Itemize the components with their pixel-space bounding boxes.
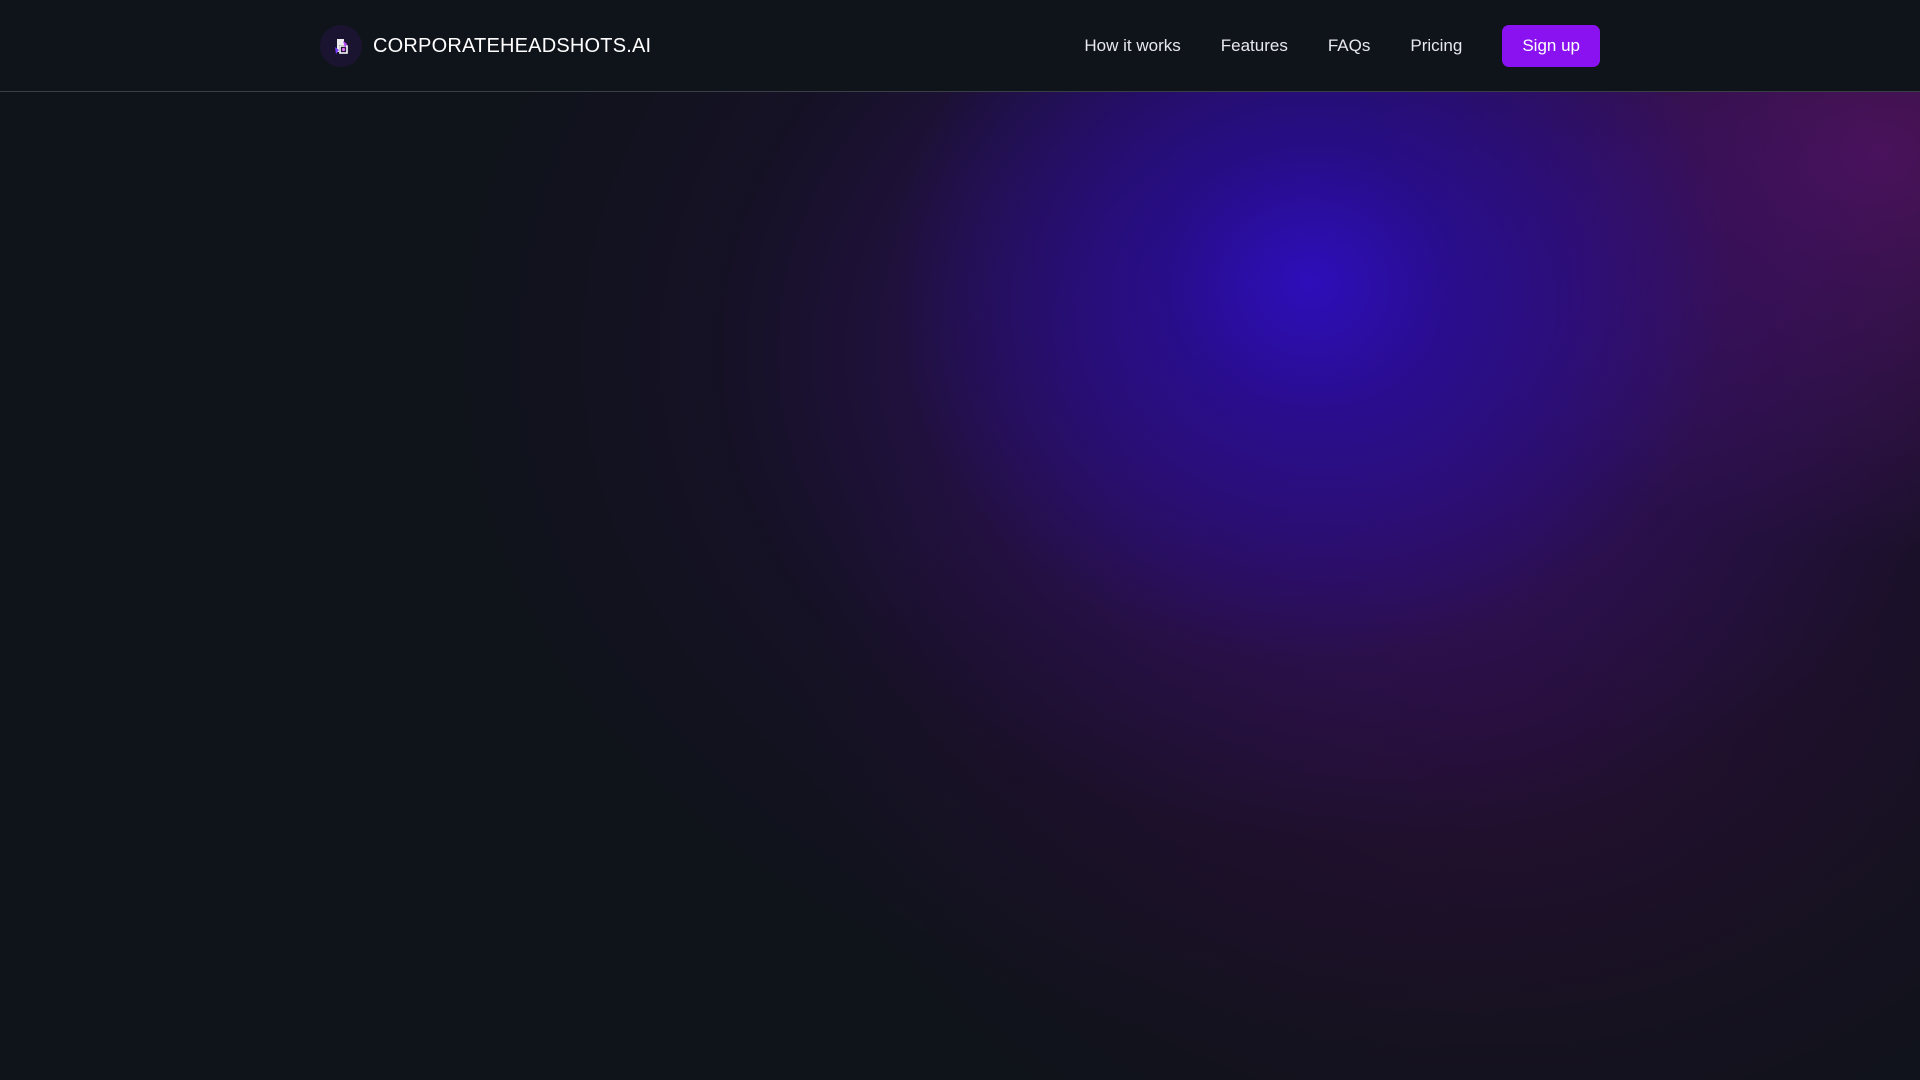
main-nav: How it works Features FAQs Pricing Sign … [1084,25,1600,67]
brand-name: CORPORATEHEADSHOTS.AI [373,34,652,57]
camera-aperture-logo-icon [320,25,362,67]
hero-background-glow [0,92,1920,1080]
nav-link-faqs[interactable]: FAQs [1328,36,1371,56]
nav-link-pricing[interactable]: Pricing [1410,36,1462,56]
nav-link-features[interactable]: Features [1221,36,1288,56]
sign-up-button[interactable]: Sign up [1502,25,1600,67]
nav-link-how-it-works[interactable]: How it works [1084,36,1180,56]
page: CORPORATEHEADSHOTS.AI How it works Featu… [0,0,1920,1080]
brand-link[interactable]: CORPORATEHEADSHOTS.AI [320,25,651,67]
site-header: CORPORATEHEADSHOTS.AI How it works Featu… [0,0,1920,92]
